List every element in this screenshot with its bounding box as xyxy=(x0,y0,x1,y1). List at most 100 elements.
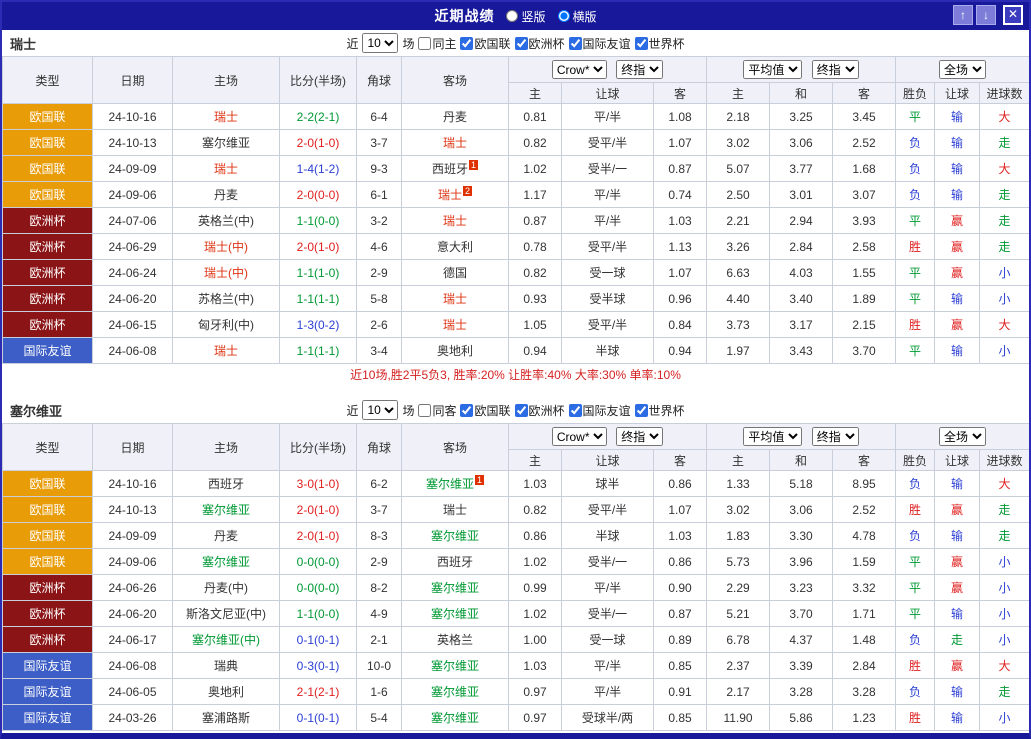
same-venue-filter[interactable]: 同客 xyxy=(418,402,456,419)
scroll-up-button[interactable]: ↑ xyxy=(953,5,973,25)
competition-label: 欧国联 xyxy=(474,36,511,51)
competition-filter-nations-league[interactable]: 欧国联 xyxy=(460,402,511,419)
result-handicap: 输 xyxy=(934,678,981,705)
competition-filter-friendly[interactable]: 国际友谊 xyxy=(568,35,631,52)
same-venue-checkbox[interactable] xyxy=(418,36,432,50)
odds-home: 0.78 xyxy=(508,233,562,260)
home-team-cell: 塞尔维亚 xyxy=(172,496,280,523)
layout-option-vertical[interactable]: 竖版 xyxy=(506,8,546,25)
europe-odds-group: 平均值 终指 xyxy=(706,56,897,83)
layout-radio-horizontal[interactable] xyxy=(557,10,570,22)
recent-count-select[interactable]: 10 xyxy=(362,33,399,53)
odds-home: 0.81 xyxy=(508,103,562,130)
scroll-down-button[interactable]: ↓ xyxy=(976,5,996,25)
result-handicap: 走 xyxy=(934,626,981,653)
away-team-name: 意大利 xyxy=(436,240,473,254)
competition-label: 欧国联 xyxy=(474,403,511,418)
final-odds-select[interactable]: 终指 xyxy=(616,427,664,446)
odds-away: 0.74 xyxy=(652,181,708,208)
result-goals: 小 xyxy=(979,548,1029,575)
avg-away: 1.71 xyxy=(832,600,897,627)
final-odds-select-2[interactable]: 终指 xyxy=(811,427,859,446)
away-team-cell: 意大利 xyxy=(401,233,509,260)
average-odds-select[interactable]: 平均值 xyxy=(743,60,803,79)
result-winlose: 胜 xyxy=(895,233,936,260)
corner-count: 2-9 xyxy=(356,548,402,575)
competition-checkbox[interactable] xyxy=(460,403,474,417)
odds-away: 1.13 xyxy=(652,233,708,260)
avg-draw: 3.70 xyxy=(769,600,834,627)
competition-filter-euro[interactable]: 欧洲杯 xyxy=(514,35,565,52)
match-score: 0-1(0-1) xyxy=(279,626,357,653)
fulltime-select[interactable]: 全场 xyxy=(939,427,987,446)
match-row: 国际友谊 24-06-05 奥地利 2-1(2-1) 1-6 塞尔维亚 0.97 平/半 0.9… xyxy=(2,678,1029,705)
odds-home: 0.97 xyxy=(508,704,562,731)
result-winlose: 负 xyxy=(895,626,936,653)
layout-radio-vertical[interactable] xyxy=(506,10,519,22)
recent-matches-table: 类型 日期 主场 比分(半场) 角球 客场 Crow* 终指 平均值 终指 全场… xyxy=(2,423,1029,731)
odds-away: 0.90 xyxy=(652,574,708,601)
final-odds-select[interactable]: 终指 xyxy=(616,60,664,79)
avg-draw: 3.01 xyxy=(769,181,834,208)
subcol-avg-home: 主 xyxy=(706,449,771,471)
competition-filter-world-cup[interactable]: 世界杯 xyxy=(634,35,685,52)
competition-checkbox[interactable] xyxy=(568,403,582,417)
competition-filter-friendly[interactable]: 国际友谊 xyxy=(568,402,631,419)
result-winlose: 平 xyxy=(895,337,936,364)
home-team-cell: 西班牙 xyxy=(172,470,280,497)
same-venue-filter[interactable]: 同主 xyxy=(418,35,456,52)
subcol-avg-draw: 和 xyxy=(769,449,834,471)
close-button[interactable]: ✕ xyxy=(1003,5,1023,25)
bookmaker-select[interactable]: Crow* xyxy=(551,427,607,446)
competition-filter-world-cup[interactable]: 世界杯 xyxy=(634,402,685,419)
average-odds-select[interactable]: 平均值 xyxy=(743,427,803,446)
result-handicap: 输 xyxy=(934,522,981,549)
recent-count-select[interactable]: 10 xyxy=(362,400,399,420)
league-type-cell: 欧洲杯 xyxy=(2,285,93,312)
result-winlose: 负 xyxy=(895,129,936,156)
home-team-name: 斯洛文尼亚(中) xyxy=(186,607,266,621)
europe-odds-group: 平均值 终指 xyxy=(706,423,897,450)
avg-draw: 3.17 xyxy=(769,311,834,338)
final-odds-select-2[interactable]: 终指 xyxy=(811,60,859,79)
match-date: 24-09-09 xyxy=(92,155,173,182)
match-row: 欧洲杯 24-06-20 苏格兰(中) 1-1(1-1) 5-8 瑞士 0.93 受半球 0.9… xyxy=(2,285,1029,312)
result-handicap: 输 xyxy=(934,103,981,130)
competition-checkbox[interactable] xyxy=(634,403,648,417)
competition-checkbox[interactable] xyxy=(460,36,474,50)
odds-handicap: 平/半 xyxy=(561,181,654,208)
bookmaker-select[interactable]: Crow* xyxy=(551,60,607,79)
competition-checkbox[interactable] xyxy=(514,403,528,417)
competition-checkbox[interactable] xyxy=(634,36,648,50)
odds-handicap: 受半球 xyxy=(561,285,654,312)
same-venue-checkbox[interactable] xyxy=(418,403,432,417)
avg-away: 3.28 xyxy=(832,678,897,705)
odds-handicap: 平/半 xyxy=(561,207,654,234)
odds-away: 0.91 xyxy=(652,678,708,705)
result-goals: 小 xyxy=(979,259,1029,286)
competition-checkbox[interactable] xyxy=(568,36,582,50)
away-team-name: 塞尔维亚 xyxy=(430,659,479,673)
match-row: 欧国联 24-10-13 塞尔维亚 2-0(1-0) 3-7 瑞士 0.82 受平/半 1.07… xyxy=(2,496,1029,523)
col-date: 日期 xyxy=(92,56,173,104)
competition-filter-euro[interactable]: 欧洲杯 xyxy=(514,402,565,419)
away-team-cell: 英格兰 xyxy=(401,626,509,653)
result-goals: 大 xyxy=(979,470,1029,497)
col-corners: 角球 xyxy=(356,56,402,104)
fulltime-select[interactable]: 全场 xyxy=(939,60,987,79)
avg-home: 3.26 xyxy=(706,233,771,260)
result-handicap: 输 xyxy=(934,285,981,312)
recent-matches-table: 类型 日期 主场 比分(半场) 角球 客场 Crow* 终指 平均值 终指 全场… xyxy=(2,56,1029,364)
corner-count: 6-4 xyxy=(356,103,402,130)
competition-filter-nations-league[interactable]: 欧国联 xyxy=(460,35,511,52)
result-goals: 大 xyxy=(979,311,1029,338)
layout-option-horizontal[interactable]: 横版 xyxy=(557,8,597,25)
home-team-name: 奥地利 xyxy=(207,685,244,699)
subcol-handicap: 让球 xyxy=(561,449,654,471)
competition-checkbox[interactable] xyxy=(514,36,528,50)
avg-away: 1.55 xyxy=(832,259,897,286)
league-type-cell: 欧洲杯 xyxy=(2,207,93,234)
avg-away: 1.23 xyxy=(832,704,897,731)
avg-home: 2.18 xyxy=(706,103,771,130)
team-section-home: 瑞士 近 10 场 同主 欧国联 欧洲杯 国际友谊 世界杯 类型 日期 主场 比… xyxy=(2,30,1029,387)
